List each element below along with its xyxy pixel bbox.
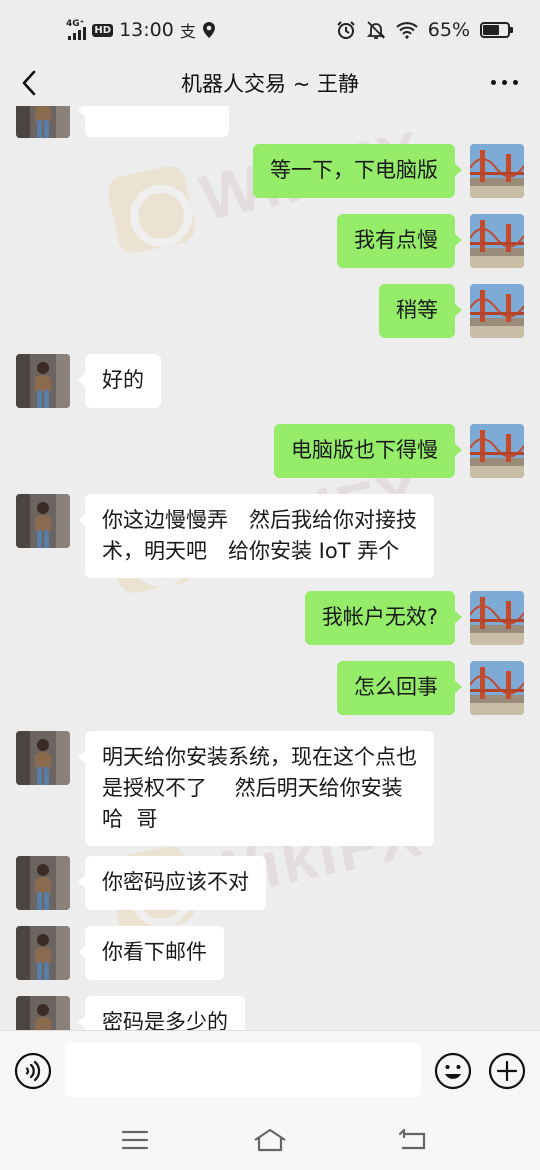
voice-icon[interactable] [14, 1052, 52, 1090]
status-left: 4G⁺ HD 13:00 支 [66, 18, 216, 42]
my-avatar[interactable] [470, 214, 524, 268]
contact-avatar[interactable] [16, 996, 70, 1030]
contact-avatar[interactable] [16, 731, 70, 785]
chat-header: 机器人交易 ~ 王静 [0, 60, 540, 106]
status-time: 13:00 [119, 19, 174, 41]
incoming-message: 你这边慢慢弄 然后我给你对接技 术，明天吧 给你安装 IoT 弄个 [16, 494, 434, 578]
status-right: 65% [336, 19, 513, 41]
my-avatar[interactable] [470, 661, 524, 715]
outgoing-message: 怎么回事 [337, 661, 524, 715]
incoming-message: 好的 [16, 354, 161, 408]
message-bubble[interactable]: 明天给你安装系统，现在这个点也 是授权不了 然后明天给你安装 哈 哥 [78, 731, 434, 846]
message-list[interactable]: WikiFX WikiFX WikiFX 等一下，下电脑版我有点慢稍等好的电脑版… [0, 106, 540, 1030]
contact-avatar[interactable] [16, 494, 70, 548]
battery-icon [480, 22, 513, 38]
outgoing-message: 等一下，下电脑版 [253, 144, 524, 198]
incoming-message [16, 106, 229, 138]
message-bubble[interactable]: 你密码应该不对 [78, 856, 266, 910]
app-notification-icon: 支 [179, 22, 196, 41]
incoming-message: 密码是多少的 [16, 996, 245, 1030]
mute-icon [366, 21, 385, 39]
my-avatar[interactable] [470, 591, 524, 645]
message-bubble[interactable]: 你看下邮件 [78, 926, 224, 980]
outgoing-message: 电脑版也下得慢 [274, 424, 524, 478]
hd-badge: HD [92, 23, 114, 37]
message-input[interactable] [65, 1043, 421, 1097]
contact-avatar[interactable] [16, 856, 70, 910]
incoming-message: 明天给你安装系统，现在这个点也 是授权不了 然后明天给你安装 哈 哥 [16, 731, 434, 846]
wifi-icon [396, 22, 418, 39]
my-avatar[interactable] [470, 144, 524, 198]
battery-level [483, 25, 499, 35]
message-bubble[interactable]: 等一下，下电脑版 [253, 144, 462, 198]
outgoing-message: 我帐户无效? [304, 591, 524, 645]
contact-avatar[interactable] [16, 354, 70, 408]
message-bubble[interactable]: 稍等 [379, 284, 462, 338]
outgoing-message: 稍等 [379, 284, 524, 338]
more-icon[interactable] [491, 80, 518, 85]
back-icon[interactable] [394, 1126, 430, 1154]
contact-avatar[interactable] [16, 106, 70, 138]
chevron-left-icon[interactable] [16, 68, 44, 98]
chat-title: 机器人交易 ~ 王静 [181, 72, 359, 96]
message-bubble[interactable]: 密码是多少的 [78, 996, 245, 1030]
system-navigation [0, 1112, 540, 1170]
my-avatar[interactable] [470, 284, 524, 338]
plus-icon[interactable] [488, 1052, 526, 1090]
emoji-icon[interactable] [434, 1052, 472, 1090]
message-bubble[interactable] [78, 106, 229, 137]
my-avatar[interactable] [470, 424, 524, 478]
input-bar [0, 1030, 540, 1112]
battery-percent: 65% [427, 19, 470, 41]
message-bubble[interactable]: 怎么回事 [337, 661, 462, 715]
incoming-message: 你密码应该不对 [16, 856, 266, 910]
location-icon [202, 22, 215, 38]
outgoing-message: 我有点慢 [337, 214, 524, 268]
message-bubble[interactable]: 电脑版也下得慢 [274, 424, 462, 478]
message-bubble[interactable]: 我有点慢 [337, 214, 462, 268]
menu-icon[interactable] [117, 1126, 153, 1154]
contact-avatar[interactable] [16, 926, 70, 980]
network-type: 4G⁺ [66, 19, 85, 29]
status-bar: 4G⁺ HD 13:00 支 65% [0, 0, 540, 60]
alarm-icon [337, 21, 355, 39]
home-icon[interactable] [252, 1126, 288, 1154]
message-bubble[interactable]: 你这边慢慢弄 然后我给你对接技 术，明天吧 给你安装 IoT 弄个 [78, 494, 434, 578]
watermark-logo [105, 163, 198, 256]
message-bubble[interactable]: 我帐户无效? [304, 591, 463, 645]
incoming-message: 你看下邮件 [16, 926, 224, 980]
message-bubble[interactable]: 好的 [78, 354, 161, 408]
